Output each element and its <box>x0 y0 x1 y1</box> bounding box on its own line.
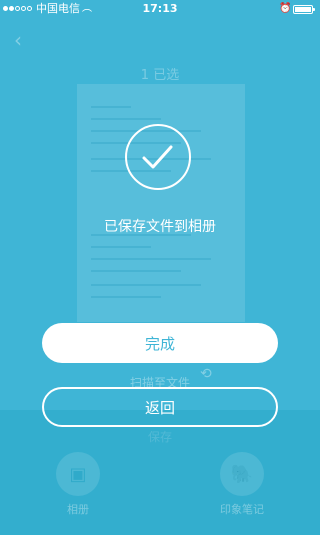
status-bar: 中国电信 ︵ 17:13 ⏰ <box>0 0 320 18</box>
rotate-icon: ⟲ <box>200 366 212 382</box>
chevron-left-icon: ‹ <box>14 28 22 52</box>
background-screen: ‹ 1 已选 扫描至文件 ⟲ 保存 ▣ 相册 🐘 印象笔记 <box>0 18 320 535</box>
document-preview <box>77 84 245 322</box>
checkmark-icon <box>125 124 191 190</box>
evernote-action: 🐘 印象笔记 <box>212 452 272 517</box>
clock: 17:13 <box>142 2 178 15</box>
gallery-action: ▣ 相册 <box>48 452 108 517</box>
evernote-icon: 🐘 <box>220 452 264 496</box>
battery-icon <box>293 5 315 14</box>
gallery-icon: ▣ <box>56 452 100 496</box>
evernote-label: 印象笔记 <box>220 503 264 516</box>
back-button[interactable]: 返回 <box>42 387 278 427</box>
page-indicator: 1 已选 <box>140 68 180 83</box>
done-button[interactable]: 完成 <box>42 323 278 363</box>
gallery-label: 相册 <box>67 503 89 516</box>
success-message: 已保存文件到相册 <box>104 219 216 235</box>
alarm-icon: ⏰ <box>279 3 292 14</box>
